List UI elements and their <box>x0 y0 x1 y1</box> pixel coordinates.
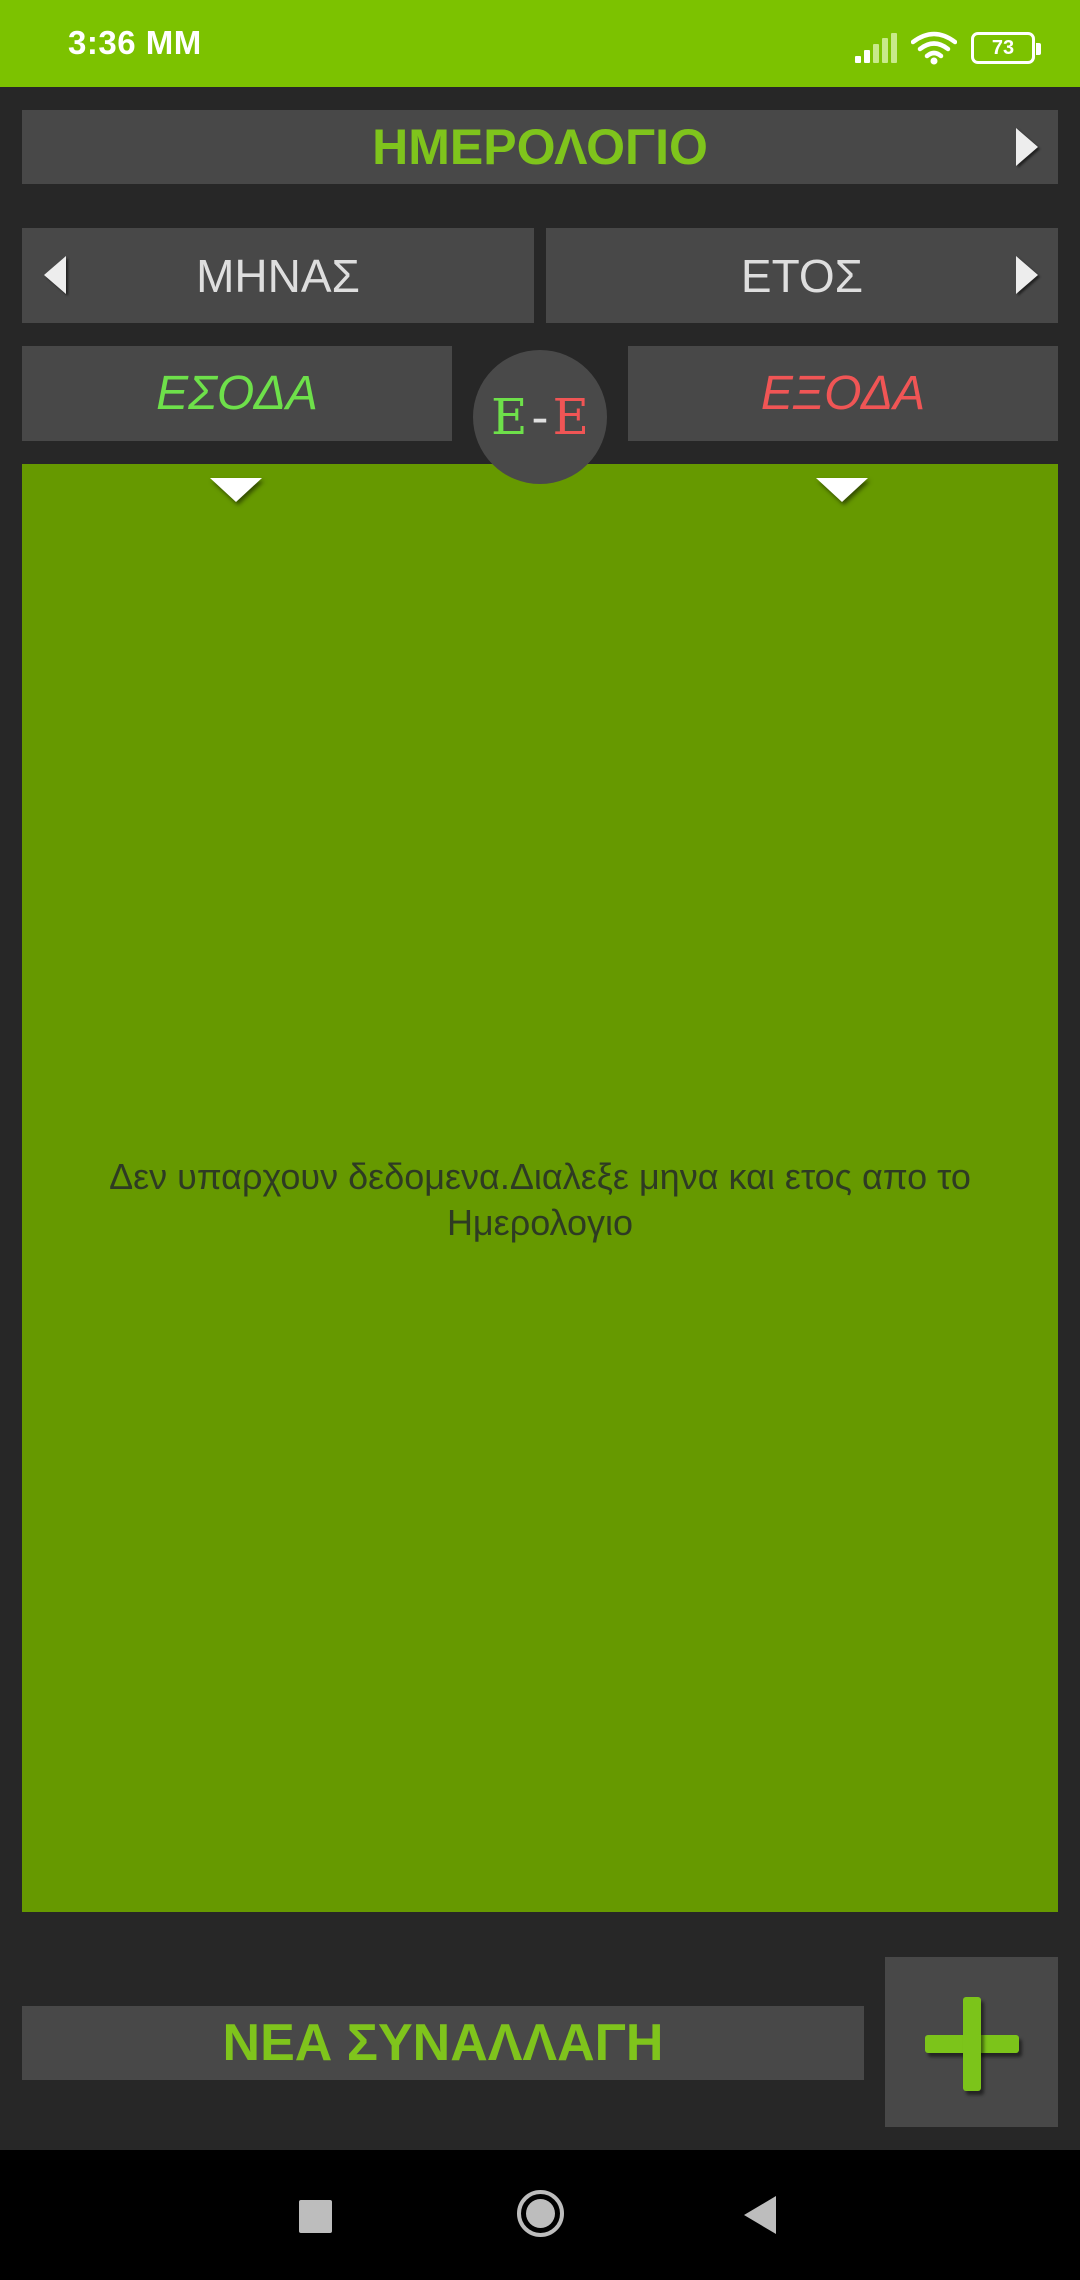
recent-apps-icon[interactable] <box>299 2200 332 2233</box>
calendar-button[interactable]: ΗΜΕΡΟΛΟΓΙΟ <box>22 110 1058 184</box>
status-icons: 73 <box>855 28 1041 68</box>
system-nav-bar <box>0 2150 1080 2280</box>
empty-state-message: Δεν υπαρχουν δεδομενα.Διαλεξε μηνα και ε… <box>109 1156 971 1243</box>
calendar-title: ΗΜΕΡΟΛΟΓΙΟ <box>372 119 708 175</box>
status-time: 3:36 MM <box>68 24 202 61</box>
signal-icon <box>855 33 897 63</box>
calendar-next-icon[interactable] <box>1016 128 1038 166</box>
back-icon[interactable] <box>744 2196 776 2234</box>
expense-expand-icon[interactable] <box>816 478 868 502</box>
tab-expense[interactable]: ΕΞΟΔΑ <box>628 346 1058 441</box>
wifi-icon <box>911 31 957 65</box>
year-next-icon[interactable] <box>1016 256 1038 294</box>
new-transaction-label: ΝΕΑ ΣΥΝΑΛΛΑΓΗ <box>222 2014 664 2072</box>
add-button[interactable] <box>885 1957 1058 2127</box>
battery-icon: 73 <box>971 32 1041 64</box>
income-expand-icon[interactable] <box>210 478 262 502</box>
home-icon[interactable] <box>517 2190 564 2237</box>
income-expense-toggle[interactable]: Ε-Ε <box>473 350 607 484</box>
month-label: ΜΗΝΑΣ <box>196 249 360 302</box>
battery-level: 73 <box>991 36 1015 59</box>
tab-income[interactable]: ΕΣΟΔΑ <box>22 346 452 441</box>
new-transaction-button[interactable]: ΝΕΑ ΣΥΝΑΛΛΑΓΗ <box>22 2006 864 2080</box>
ee-income-letter: Ε <box>491 388 528 446</box>
plus-icon-vertical <box>963 1997 981 2091</box>
expense-label: ΕΞΟΔΑ <box>760 367 926 420</box>
year-label: ΕΤΟΣ <box>740 249 864 302</box>
ee-expense-letter: Ε <box>552 388 589 446</box>
year-selector[interactable]: ΕΤΟΣ <box>546 228 1058 323</box>
month-selector[interactable]: ΜΗΝΑΣ <box>22 228 534 323</box>
ee-dash: - <box>531 388 549 446</box>
month-prev-icon[interactable] <box>44 256 66 294</box>
status-bar: 3:36 MM 73 <box>0 0 1080 87</box>
transactions-panel: Δεν υπαρχουν δεδομενα.Διαλεξε μηνα και ε… <box>22 464 1058 1912</box>
income-label: ΕΣΟΔΑ <box>156 367 318 420</box>
